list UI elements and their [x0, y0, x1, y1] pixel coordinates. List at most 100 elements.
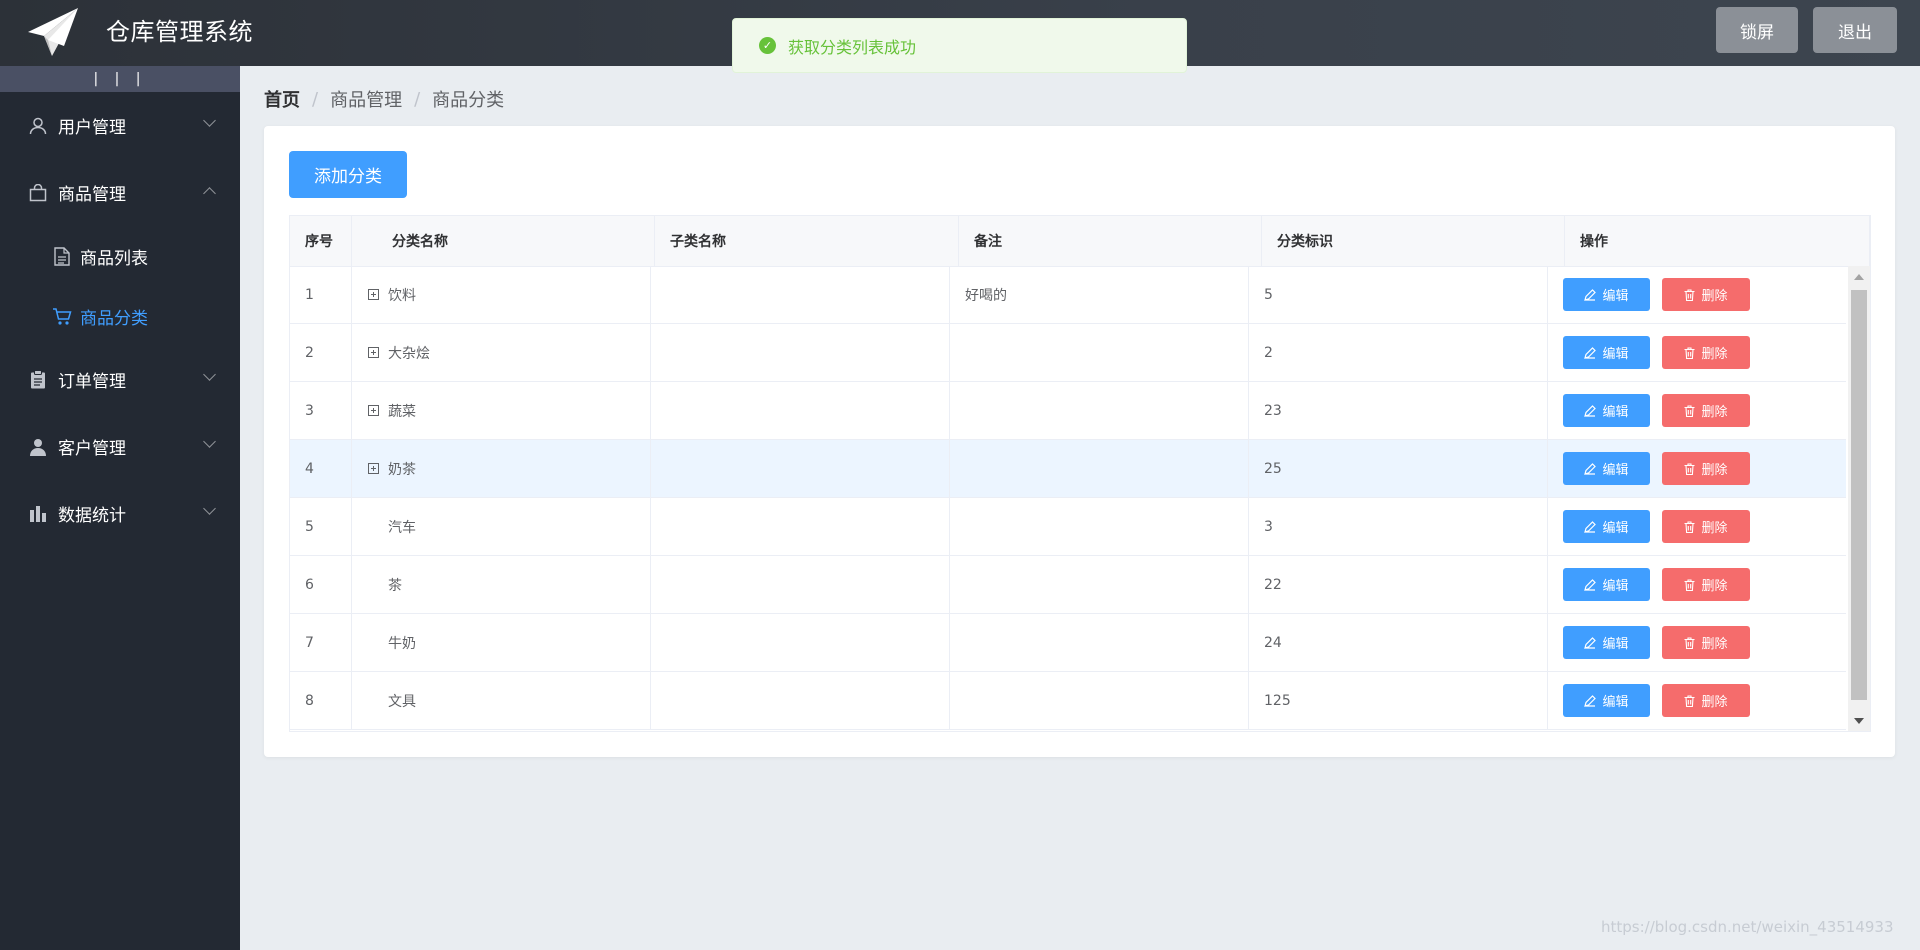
table-row[interactable]: 5 汽车 3 编辑 删除 [290, 498, 1846, 556]
edit-button-label: 编辑 [1602, 404, 1629, 419]
edit-pencil-icon [1584, 404, 1597, 417]
cell-remark [950, 382, 1249, 439]
edit-button[interactable]: 编辑 [1563, 336, 1650, 369]
cell-actions: 编辑 删除 [1548, 382, 1846, 439]
cell-category-name: 大杂烩 [352, 324, 651, 381]
cell-category-tag: 24 [1249, 614, 1548, 671]
delete-button-label: 删除 [1701, 288, 1728, 303]
edit-button-label: 编辑 [1602, 288, 1629, 303]
edit-button[interactable]: 编辑 [1563, 626, 1650, 659]
sidebar-item-statistics[interactable]: 数据统计 [0, 480, 240, 547]
edit-button-label: 编辑 [1602, 694, 1629, 709]
chevron-down-icon [203, 502, 216, 515]
cell-category-name: 茶 [352, 556, 651, 613]
table-header: 序号 分类名称 子类名称 备注 分类标识 操作 [290, 216, 1870, 267]
sidebar-item-products[interactable]: 商品管理 [0, 159, 240, 226]
add-category-button[interactable]: 添加分类 [289, 151, 407, 198]
sidebar-item-product-list[interactable]: 商品列表 [0, 226, 240, 286]
sidebar-item-product-category[interactable]: 商品分类 [0, 286, 240, 346]
delete-button-label: 删除 [1701, 578, 1728, 593]
breadcrumb-product-category: 商品分类 [432, 90, 505, 111]
breadcrumb: 首页 / 商品管理 / 商品分类 [264, 86, 504, 112]
cell-index: 8 [290, 672, 352, 729]
table-scrollbar[interactable] [1848, 266, 1870, 731]
column-header-remark: 备注 [959, 216, 1262, 266]
edit-button-label: 编辑 [1602, 520, 1629, 535]
edit-button[interactable]: 编辑 [1563, 684, 1650, 717]
cell-remark [950, 324, 1249, 381]
table-row[interactable]: 6 茶 22 编辑 删除 [290, 556, 1846, 614]
cell-actions: 编辑 删除 [1548, 556, 1846, 613]
scroll-down-arrow-icon[interactable] [1854, 718, 1864, 724]
edit-pencil-icon [1584, 578, 1597, 591]
cell-actions: 编辑 删除 [1548, 324, 1846, 381]
cell-index: 7 [290, 614, 352, 671]
scrollbar-thumb[interactable] [1851, 290, 1867, 700]
table-row[interactable]: 3 蔬菜 23 编辑 删除 [290, 382, 1846, 440]
table-row[interactable]: 1 饮料 好喝的 5 编辑 删除 [290, 266, 1846, 324]
shopping-cart-icon [52, 306, 72, 326]
sidebar-collapse-toggle[interactable]: | | | [0, 66, 240, 92]
scroll-up-arrow-icon[interactable] [1854, 274, 1864, 280]
edit-button[interactable]: 编辑 [1563, 510, 1650, 543]
lock-screen-button[interactable]: 锁屏 [1716, 7, 1798, 53]
shopping-bag-icon [27, 182, 49, 204]
edit-button[interactable]: 编辑 [1563, 278, 1650, 311]
cell-actions: 编辑 删除 [1548, 266, 1846, 323]
trash-icon [1684, 404, 1695, 417]
trash-icon [1684, 462, 1695, 475]
table-row[interactable]: 7 牛奶 24 编辑 删除 [290, 614, 1846, 672]
edit-button[interactable]: 编辑 [1563, 452, 1650, 485]
trash-icon [1684, 346, 1695, 359]
cell-category-tag: 25 [1249, 440, 1548, 497]
logout-button[interactable]: 退出 [1813, 7, 1897, 53]
cell-actions: 编辑 删除 [1548, 614, 1846, 671]
edit-button[interactable]: 编辑 [1563, 394, 1650, 427]
delete-button[interactable]: 删除 [1662, 568, 1750, 601]
sidebar-item-orders[interactable]: 订单管理 [0, 346, 240, 413]
table-row[interactable]: 4 奶茶 25 编辑 删除 [290, 440, 1846, 498]
cell-remark [950, 556, 1249, 613]
cell-index: 4 [290, 440, 352, 497]
cell-subcategory-name [651, 324, 950, 381]
cell-category-name: 文具 [352, 672, 651, 729]
column-header-index: 序号 [290, 216, 352, 266]
category-name-text: 汽车 [388, 519, 416, 536]
paper-plane-icon [26, 6, 80, 58]
expand-plus-icon[interactable] [368, 405, 379, 416]
edit-button[interactable]: 编辑 [1563, 568, 1650, 601]
cell-category-tag: 3 [1249, 498, 1548, 555]
sidebar-item-label: 客户管理 [58, 439, 126, 459]
breadcrumb-separator: / [414, 88, 421, 110]
delete-button-label: 删除 [1701, 636, 1728, 651]
cell-subcategory-name [651, 266, 950, 323]
category-card: 添加分类 序号 分类名称 子类名称 备注 分类标识 操作 1 饮料 好喝的 5 编辑 删除… [264, 126, 1895, 757]
trash-icon [1684, 636, 1695, 649]
table-row[interactable]: 8 文具 125 编辑 删除 [290, 672, 1846, 730]
delete-button[interactable]: 删除 [1662, 394, 1750, 427]
expand-plus-icon[interactable] [368, 463, 379, 474]
column-header-actions: 操作 [1565, 216, 1870, 266]
delete-button[interactable]: 删除 [1662, 452, 1750, 485]
edit-pencil-icon [1584, 462, 1597, 475]
delete-button[interactable]: 删除 [1662, 626, 1750, 659]
expand-plus-icon[interactable] [368, 289, 379, 300]
delete-button[interactable]: 删除 [1662, 510, 1750, 543]
sidebar-item-users[interactable]: 用户管理 [0, 92, 240, 159]
cell-subcategory-name [651, 672, 950, 729]
chevron-down-icon [203, 114, 216, 127]
table-row[interactable]: 2 大杂烩 2 编辑 删除 [290, 324, 1846, 382]
delete-button[interactable]: 删除 [1662, 336, 1750, 369]
breadcrumb-home[interactable]: 首页 [264, 86, 300, 112]
edit-pencil-icon [1584, 520, 1597, 533]
delete-button[interactable]: 删除 [1662, 684, 1750, 717]
toast-message: 获取分类列表成功 [788, 37, 917, 57]
trash-icon [1684, 694, 1695, 707]
sidebar-item-label: 商品管理 [58, 185, 126, 205]
cell-subcategory-name [651, 382, 950, 439]
sidebar-item-customers[interactable]: 客户管理 [0, 413, 240, 480]
edit-pencil-icon [1584, 288, 1597, 301]
cell-category-name: 蔬菜 [352, 382, 651, 439]
delete-button[interactable]: 删除 [1662, 278, 1750, 311]
expand-plus-icon[interactable] [368, 347, 379, 358]
